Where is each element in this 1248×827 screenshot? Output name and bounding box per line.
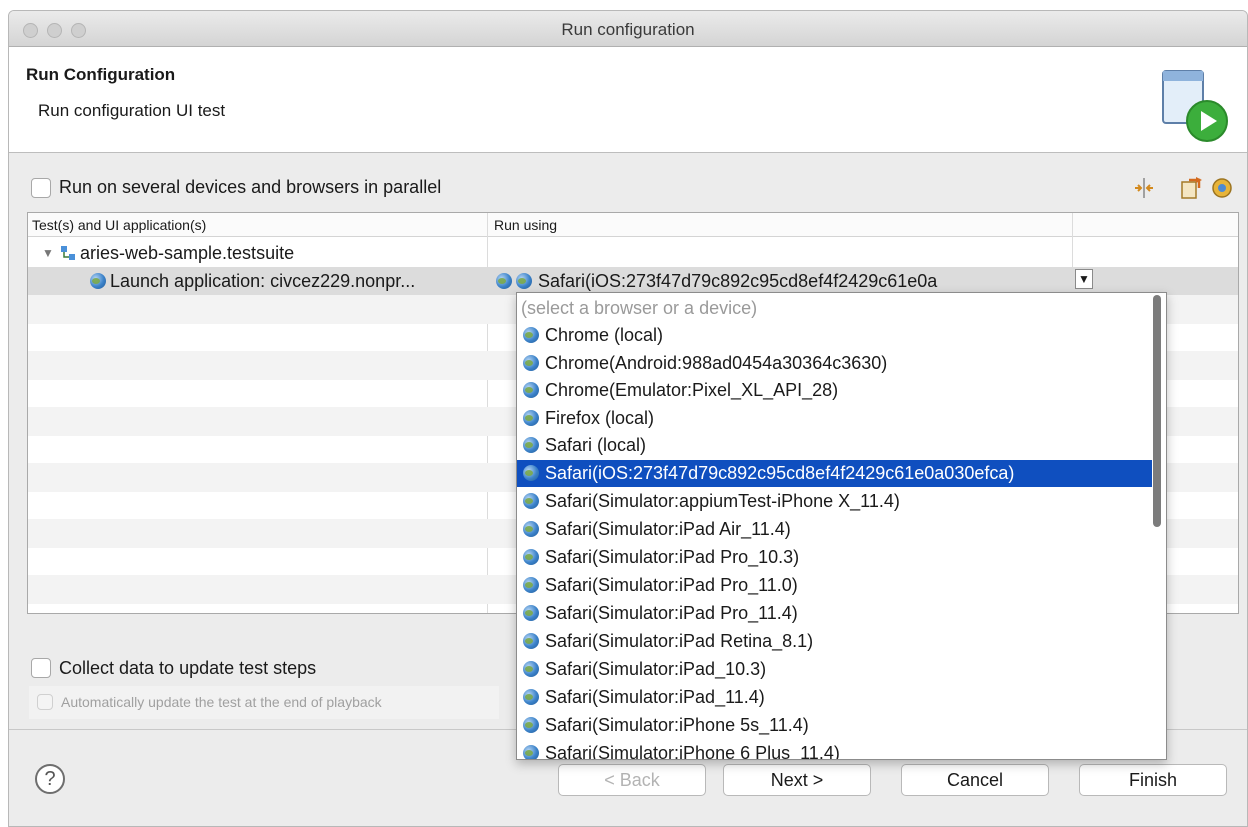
table-row[interactable]: ▼ aries-web-sample.testsuite [28, 239, 1238, 268]
collect-data-checkbox[interactable] [31, 658, 51, 678]
globe-icon [523, 633, 539, 649]
dropdown-item[interactable]: Chrome(Emulator:Pixel_XL_API_28) [517, 377, 1152, 404]
table-header: Test(s) and UI application(s) Run using [28, 213, 1238, 237]
globe-icon [523, 549, 539, 565]
parallel-run-label: Run on several devices and browsers in p… [59, 177, 442, 197]
globe-icon [523, 465, 539, 481]
test-suite-name: aries-web-sample.testsuite [80, 243, 295, 263]
test-suite-icon [61, 246, 75, 260]
globe-icon [523, 354, 539, 371]
run-using-dropdown-arrow[interactable]: ▼ [1075, 269, 1093, 289]
collect-data-label: Collect data to update test steps [59, 658, 317, 678]
globe-icon [523, 437, 539, 453]
page-title: Run Configuration [26, 65, 176, 84]
dropdown-item[interactable]: Chrome (local) [517, 322, 1152, 349]
dropdown-item[interactable]: Safari (local) [517, 432, 1152, 459]
safari-globe-icon [516, 273, 532, 289]
dropdown-item[interactable]: Safari(Simulator:iPad_10.3) [517, 656, 1152, 683]
dropdown-scrollbar[interactable] [1153, 295, 1161, 527]
globe-icon [523, 409, 539, 426]
globe-icon [523, 521, 539, 537]
globe-icon [523, 717, 539, 733]
cancel-button[interactable]: Cancel [901, 764, 1049, 796]
wizard-header: Run Configuration Run configuration UI t… [9, 47, 1247, 153]
run-wizard-icon [1162, 70, 1228, 142]
dropdown-item-selected[interactable]: Safari(iOS:273f47d79c892c95cd8ef4f2429c6… [517, 460, 1152, 487]
dropdown-item[interactable]: Safari(Simulator:iPad Pro_11.0) [517, 572, 1152, 599]
globe-icon [523, 327, 539, 343]
title-bar: Run configuration [9, 11, 1247, 47]
auto-update-checkbox[interactable] [37, 694, 53, 710]
auto-update-group: Automatically update the test at the end… [29, 686, 499, 719]
globe-icon [523, 661, 539, 677]
split-columns-icon[interactable] [1132, 176, 1156, 200]
help-button[interactable]: ? [35, 764, 65, 794]
globe-icon [523, 689, 539, 705]
dropdown-item[interactable]: Safari(Simulator:appiumTest-iPhone X_11.… [517, 488, 1152, 515]
dropdown-placeholder[interactable]: (select a browser or a device) [517, 295, 1152, 322]
run-using-value[interactable]: Safari(iOS:273f47d79c892c95cd8ef4f2429c6… [538, 271, 1046, 292]
dropdown-item[interactable]: Safari(Simulator:iPad_11.4) [517, 684, 1152, 711]
column-header-run-using[interactable]: Run using [494, 217, 557, 233]
globe-icon [523, 493, 539, 509]
next-button[interactable]: Next > [723, 764, 871, 796]
browser-device-dropdown[interactable]: (select a browser or a device) Chrome (l… [516, 292, 1167, 760]
dropdown-item[interactable]: Chrome(Android:988ad0454a30364c3630) [517, 350, 1152, 377]
launch-application-label: Launch application: civcez229.nonpr... [110, 271, 416, 291]
export-icon[interactable] [1179, 176, 1203, 200]
dropdown-item[interactable]: Firefox (local) [517, 405, 1152, 432]
auto-update-label: Automatically update the test at the end… [61, 694, 382, 710]
globe-icon [523, 745, 539, 759]
dropdown-item[interactable]: Safari(Simulator:iPad Retina_8.1) [517, 628, 1152, 655]
globe-icon [523, 577, 539, 593]
globe-icon [523, 605, 539, 621]
dropdown-item[interactable]: Safari(Simulator:iPad Pro_10.3) [517, 544, 1152, 571]
browser-globe-icon [496, 273, 512, 289]
window-title: Run configuration [561, 20, 695, 39]
column-header-tests[interactable]: Test(s) and UI application(s) [32, 217, 206, 233]
globe-icon [90, 273, 106, 289]
page-subtitle: Run configuration UI test [38, 101, 226, 120]
dropdown-item[interactable]: Safari(Simulator:iPhone 5s_11.4) [517, 712, 1152, 739]
dropdown-item[interactable]: Safari(Simulator:iPad Pro_11.4) [517, 600, 1152, 627]
dropdown-item[interactable]: Safari(Simulator:iPad Air_11.4) [517, 516, 1152, 543]
browser-settings-icon[interactable] [1210, 176, 1234, 200]
dropdown-item[interactable]: Safari(Simulator:iPhone 6 Plus_11.4) [517, 740, 1152, 759]
parallel-run-checkbox[interactable] [31, 178, 51, 198]
expand-triangle-icon[interactable]: ▼ [42, 246, 54, 260]
globe-icon [523, 382, 539, 398]
back-button[interactable]: < Back [558, 764, 706, 796]
finish-button[interactable]: Finish [1079, 764, 1227, 796]
